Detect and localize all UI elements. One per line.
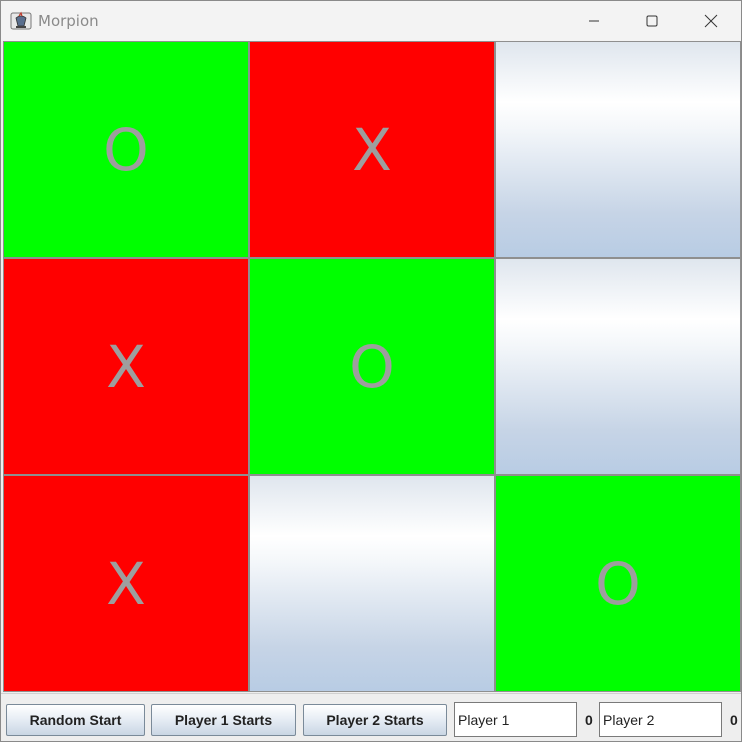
- java-cup-icon: [10, 11, 32, 31]
- window-title: Morpion: [38, 12, 99, 30]
- player1-score: 0: [585, 712, 593, 728]
- close-button[interactable]: [682, 1, 740, 41]
- board-cell[interactable]: [495, 258, 741, 475]
- game-board: O X X O X O: [3, 41, 741, 692]
- board-cell[interactable]: O: [3, 41, 249, 258]
- board-cell[interactable]: O: [495, 475, 741, 692]
- cell-mark: X: [106, 549, 146, 618]
- title-bar[interactable]: Morpion: [1, 1, 741, 41]
- player2-starts-button[interactable]: Player 2 Starts: [303, 704, 447, 736]
- board-cell[interactable]: O: [249, 258, 495, 475]
- close-icon: [704, 14, 718, 28]
- maximize-button[interactable]: [623, 1, 681, 41]
- cell-mark: O: [349, 332, 395, 401]
- cell-mark: O: [103, 115, 149, 184]
- board-cell[interactable]: X: [249, 41, 495, 258]
- morpion-window: Morpion O X X O X O Random Start Player …: [0, 0, 742, 742]
- minimize-button[interactable]: [565, 1, 623, 41]
- maximize-icon: [646, 15, 658, 27]
- player2-score: 0: [730, 712, 738, 728]
- player1-starts-button[interactable]: Player 1 Starts: [151, 704, 296, 736]
- board-cell[interactable]: X: [3, 475, 249, 692]
- cell-mark: O: [595, 549, 641, 618]
- cell-mark: X: [106, 332, 146, 401]
- player1-name-field[interactable]: [454, 702, 577, 737]
- random-start-button[interactable]: Random Start: [6, 704, 145, 736]
- minimize-icon: [588, 15, 600, 27]
- board-cell[interactable]: X: [3, 258, 249, 475]
- board-cell[interactable]: [249, 475, 495, 692]
- cell-mark: X: [352, 115, 392, 184]
- player2-name-field[interactable]: [599, 702, 722, 737]
- control-bar: Random Start Player 1 Starts Player 2 St…: [1, 693, 741, 741]
- board-cell[interactable]: [495, 41, 741, 258]
